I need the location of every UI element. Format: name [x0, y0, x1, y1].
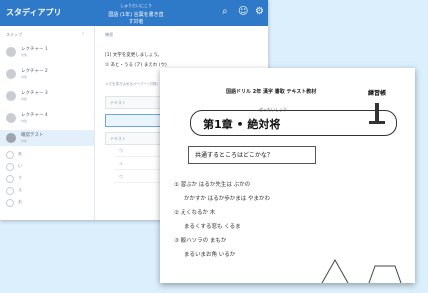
lesson-icon — [6, 133, 16, 143]
lesson-icon — [6, 69, 16, 79]
triangle-shape-icon — [321, 258, 349, 283]
sidebar-item-lecture-4[interactable]: レクチャー 4 対象 — [6, 110, 90, 126]
sidebar-item-lecture-2[interactable]: レクチャー 2 対象 — [6, 66, 90, 82]
sidebar-subitem-label: あ — [18, 151, 22, 156]
sidebar-item-sub: 対象 — [21, 119, 28, 123]
sidebar-item-lecture-3[interactable]: レクチャー 3 対象 — [6, 88, 90, 104]
sidebar: ステップ ‹ レクチャー 1 対象 レクチャー 2 対象 レクチャー 3 対象 … — [0, 26, 95, 220]
step-circle-icon — [6, 175, 14, 183]
list-item-label: ウ — [119, 148, 123, 153]
question-box: 共通するところはどこかな？ — [188, 146, 316, 164]
exercise-line: まるいまお角 いるか — [184, 252, 236, 258]
worksheet-label: 練習帳 — [368, 90, 387, 97]
sidebar-item-sub: 対象 — [21, 75, 28, 79]
sidebar-item-label: レクチャー 2 — [21, 69, 48, 74]
section-label: メモを書き込めるペーパー (付録) — [105, 82, 158, 86]
exercise-line: ② えくなるか 木 — [174, 210, 216, 216]
lesson-icon — [6, 91, 16, 101]
chapter-title: 第1章 • 絶対将 — [203, 118, 281, 131]
app-title: スタディアプリ — [6, 8, 62, 17]
memo-field-3[interactable]: テキスト — [105, 132, 167, 145]
list-item-label: イ — [119, 161, 123, 166]
list-item-label: ウ — [119, 174, 123, 179]
collapse-icon[interactable]: ‹ — [82, 31, 84, 37]
step-circle-icon — [6, 199, 14, 207]
step-circle-icon — [6, 151, 14, 159]
sidebar-subitem-label: お — [18, 199, 22, 204]
sidebar-subitem[interactable]: あ — [6, 150, 90, 160]
app-header: スタディアプリ しゅうだいにこう 国語 (1年) 言葉を書き直す対者 ⌕ ☺ ⚙ — [0, 0, 268, 26]
lesson-icon — [6, 113, 16, 123]
sidebar-subitem-label: う — [18, 175, 22, 180]
worksheet-header: 国語ドリル 2年 漢字 書取 テキスト教材 — [226, 89, 317, 95]
field-label: テキスト — [110, 136, 126, 141]
worksheet-page: 国語ドリル 2年 漢字 書取 テキスト教材 練習帳 ぜったいしょう 第1章 • … — [160, 68, 415, 283]
question-text: 共通するところはどこかな？ — [195, 152, 273, 159]
people-icon[interactable]: ☺ — [238, 7, 248, 17]
sidebar-item-label: レクチャー 3 — [21, 91, 48, 96]
field-label: テキスト — [110, 100, 126, 105]
list-item[interactable]: ウ — [115, 172, 165, 183]
header-subtitle: しゅうだいにこう — [120, 3, 152, 8]
answer-text: ① あと・うる (ア) まえわ (ウ) — [105, 63, 167, 68]
sidebar-item-sub: 対象 — [21, 139, 28, 143]
header-title: 国語 (1年) 言葉を書き直す対者 — [108, 12, 164, 25]
step-circle-icon — [6, 163, 14, 171]
memo-field-2[interactable] — [105, 114, 167, 127]
sidebar-subitem[interactable]: い — [6, 162, 90, 172]
sidebar-item-label: レクチャー 1 — [21, 47, 48, 52]
sidebar-item-label: 確認テスト — [21, 133, 44, 138]
chapter-title-box: ぜったいしょう 第1章 • 絶対将 — [190, 103, 397, 136]
search-icon[interactable]: ⌕ — [222, 7, 228, 17]
title-ruby: ぜったいしょう — [259, 107, 287, 112]
step-circle-icon — [6, 187, 14, 195]
sidebar-subitem-label: え — [18, 187, 22, 192]
sidebar-subitem-label: い — [18, 163, 22, 168]
memo-field-1[interactable]: テキスト — [105, 96, 167, 109]
figure-icon — [369, 103, 385, 124]
exercise-line: かかすか はるか歩かまは やまかわ — [184, 196, 270, 202]
exercise-line: ① 習ぶか はるか先生は ぶかの — [174, 182, 251, 188]
sidebar-subitem[interactable]: お — [6, 198, 90, 208]
exercise-line: まるくする窓も くるま — [184, 224, 241, 230]
sidebar-item-sub: 対象 — [21, 53, 28, 57]
sidebar-subitem[interactable]: う — [6, 174, 90, 184]
lesson-icon — [6, 47, 16, 57]
sidebar-heading: ステップ — [6, 32, 22, 37]
sidebar-subitem[interactable]: え — [6, 186, 90, 196]
content-heading: 練習 — [105, 32, 113, 37]
trapezoid-shape-icon — [368, 265, 402, 283]
sidebar-item-label: レクチャー 4 — [21, 113, 48, 118]
exercise-line: ③ 飯ハソラの まもか — [174, 238, 227, 244]
settings-icon[interactable]: ⚙ — [255, 7, 264, 17]
list-item[interactable]: ウ — [115, 146, 165, 157]
sidebar-item-lecture-1[interactable]: レクチャー 1 対象 — [6, 44, 90, 60]
instruction-text: [1] 文字を変更しましょう。 — [105, 53, 163, 58]
sidebar-item-test[interactable]: 確認テスト 対象 — [0, 130, 94, 146]
list-item[interactable]: イ — [115, 159, 165, 170]
sidebar-item-sub: 対象 — [21, 97, 28, 101]
